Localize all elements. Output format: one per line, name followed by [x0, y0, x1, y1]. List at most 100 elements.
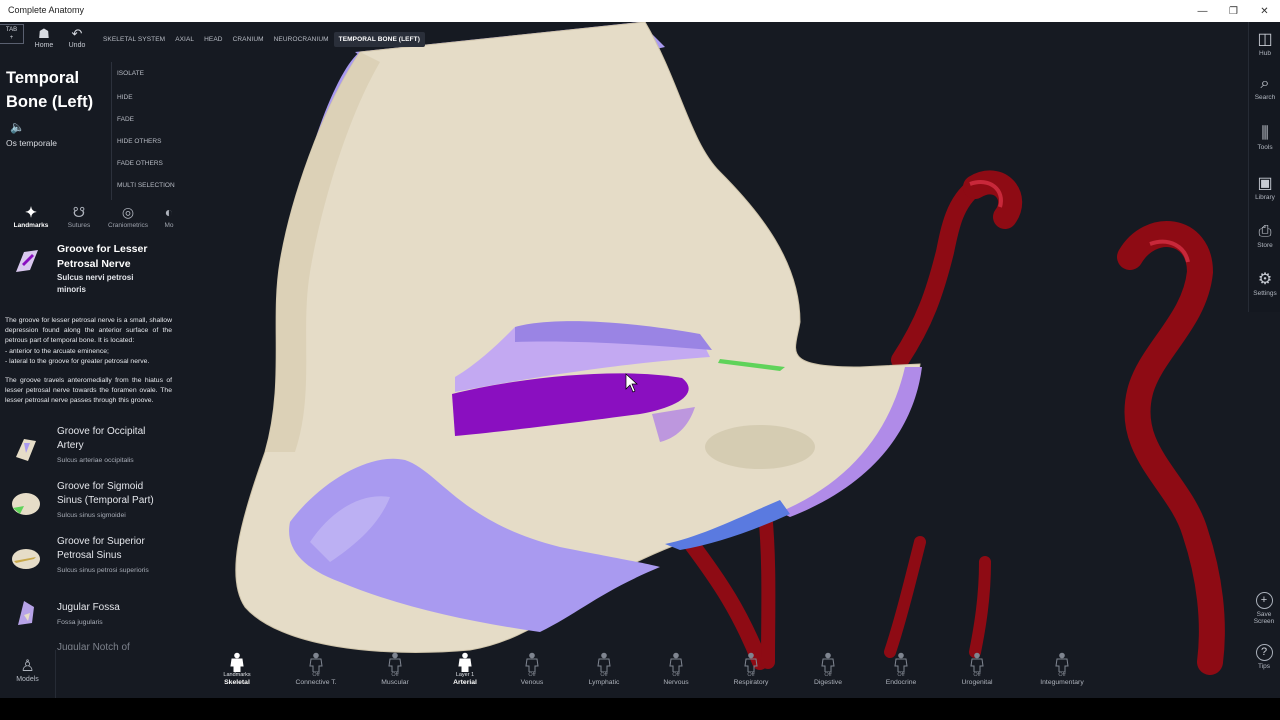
isolate-action[interactable]: ISOLATE [117, 70, 144, 77]
breadcrumb-skeletal-system[interactable]: SKELETAL SYSTEM [98, 32, 170, 47]
breadcrumb-head[interactable]: HEAD [199, 32, 227, 47]
tab-toggle-button[interactable]: TAB + [0, 24, 24, 44]
3d-viewport[interactable] [0, 22, 1280, 698]
description-paragraph-2: The groove travels anteromedially from t… [5, 377, 172, 405]
restore-button[interactable]: ❐ [1218, 0, 1249, 22]
home-button[interactable]: ☗ Home [30, 26, 58, 49]
right-toolbar: ◫ Hub ⌕ Search ⫼ Tools ▣ Library ⎙ Store… [1248, 22, 1280, 312]
breadcrumb-axial[interactable]: AXIAL [170, 32, 199, 47]
more-icon: ◐ [164, 204, 174, 220]
hide-action[interactable]: HIDE [117, 94, 133, 101]
tools-label: Tools [1257, 144, 1273, 151]
body-figure-icon [970, 652, 984, 672]
hub-label: Hub [1259, 50, 1271, 57]
system-layer: Off [973, 672, 981, 678]
tab-more[interactable]: ◐ Mo [160, 204, 178, 229]
body-figure-icon [309, 652, 323, 672]
structure-latin: Os temporale [6, 138, 58, 148]
list-item-name: Groove for Occipital Artery [57, 426, 146, 451]
system-toggle-skeletal[interactable]: Landmarks Skeletal [204, 652, 270, 687]
tab-craniometrics[interactable]: ◎ Craniometrics [102, 204, 154, 229]
system-name: Endocrine [885, 679, 917, 686]
tab-label: TAB [5, 27, 18, 33]
models-button[interactable]: ♙ Models [0, 650, 56, 698]
library-button[interactable]: ▣ Library [1249, 174, 1280, 201]
system-toggle-integumentary[interactable]: Off Integumentary [1029, 652, 1095, 687]
system-name: Venous [520, 679, 544, 686]
list-item[interactable]: Groove for Superior Petrosal Sinus Sulcu… [0, 535, 178, 585]
list-item-thumbnail [12, 493, 40, 515]
system-name: Muscular [381, 679, 409, 686]
settings-icon: ⚙ [1257, 271, 1273, 288]
window-titlebar: Complete Anatomy — ❐ ✕ [0, 0, 1280, 22]
fade-action[interactable]: FADE [117, 116, 134, 123]
measure-icon: ◎ [121, 204, 135, 220]
list-item[interactable]: Jugular Fossa Fossa jugularis [0, 589, 178, 639]
home-figure-icon: ☗ [38, 26, 50, 41]
system-layer: Landmarks [223, 672, 251, 678]
system-toggle-digestive[interactable]: Off Digestive [795, 652, 861, 687]
panel-tabs: ✦ Landmarks ☋ Sutures ◎ Craniometrics ◐ … [0, 200, 178, 240]
speaker-icon[interactable]: 🔈 [10, 120, 25, 134]
library-icon: ▣ [1257, 175, 1273, 192]
anatomy-model[interactable] [0, 22, 1280, 698]
tab-sutures[interactable]: ☋ Sutures [60, 204, 98, 229]
list-item-name: Groove for Sigmoid Sinus (Temporal Part) [57, 481, 154, 506]
tab-plus-icon: + [9, 35, 14, 41]
list-item[interactable]: Groove for Sigmoid Sinus (Temporal Part)… [0, 480, 178, 530]
multi-selection-action[interactable]: MULTI SELECTION [117, 182, 175, 189]
system-toggle-nervous[interactable]: Off Nervous [643, 652, 709, 687]
description-paragraph-1: The groove for lesser petrosal nerve is … [5, 317, 172, 345]
body-figure-icon [458, 652, 472, 672]
body-figure-icon [1055, 652, 1069, 672]
tips-button[interactable]: ? Tips [1248, 644, 1280, 670]
models-label: Models [16, 676, 39, 683]
description-bullet-1: - anterior to the arcuate eminence; [5, 347, 109, 355]
close-button[interactable]: ✕ [1249, 0, 1280, 22]
minimize-button[interactable]: — [1187, 0, 1218, 22]
system-toggle-arterial[interactable]: Layer 1 Arterial [432, 652, 498, 687]
undo-label: Undo [68, 42, 86, 49]
system-toggle-lymphatic[interactable]: Off Lymphatic [571, 652, 637, 687]
settings-button[interactable]: ⚙ Settings [1249, 270, 1280, 297]
list-item-latin: Sulcus arteriae occipitalis [57, 457, 134, 464]
tab-landmarks[interactable]: ✦ Landmarks [8, 204, 54, 229]
store-label: Store [1257, 242, 1273, 249]
search-button[interactable]: ⌕ Search [1249, 74, 1280, 101]
breadcrumb-temporal-bone[interactable]: TEMPORAL BONE (LEFT) [333, 32, 425, 47]
tab-craniometrics-label: Craniometrics [107, 222, 149, 229]
fade-others-action[interactable]: FADE OTHERS [117, 160, 163, 167]
system-layer: Off [528, 672, 536, 678]
list-item-thumbnail [12, 549, 40, 569]
system-name: Skeletal [224, 679, 250, 686]
tools-button[interactable]: ⫼ Tools [1249, 124, 1280, 151]
breadcrumb-cranium[interactable]: CRANIUM [228, 32, 269, 47]
undo-button[interactable]: ↶ Undo [63, 26, 91, 49]
system-toggle-urogenital[interactable]: Off Urogenital [944, 652, 1010, 687]
system-toggle-respiratory[interactable]: Off Respiratory [718, 652, 784, 687]
system-name: Digestive [814, 679, 842, 686]
system-toggle-endocrine[interactable]: Off Endocrine [868, 652, 934, 687]
list-item-name: Groove for Superior Petrosal Sinus [57, 536, 145, 561]
store-button[interactable]: ⎙ Store [1249, 222, 1280, 249]
list-item-partial[interactable]: Jugular Notch of [57, 642, 130, 650]
list-item[interactable]: Groove for Occipital Artery Sulcus arter… [0, 425, 178, 475]
system-name: Respiratory [733, 679, 769, 686]
hub-button[interactable]: ◫ Hub [1249, 30, 1280, 57]
help-icon: ? [1255, 644, 1273, 661]
hub-icon: ◫ [1257, 31, 1273, 48]
breadcrumb-neurocranium[interactable]: NEUROCRANIUM [269, 32, 334, 47]
save-screen-button[interactable]: + Save Screen [1248, 592, 1280, 625]
system-toggle-connective-t[interactable]: Off Connective T. [283, 652, 349, 687]
system-layer: Off [824, 672, 832, 678]
system-toggle-muscular[interactable]: Off Muscular [362, 652, 428, 687]
library-label: Library [1255, 194, 1275, 201]
bone-icon: ✦ [25, 204, 37, 220]
hide-others-action[interactable]: HIDE OTHERS [117, 138, 161, 145]
list-item-thumbnail [16, 439, 36, 461]
home-label: Home [34, 42, 54, 49]
system-layer: Off [312, 672, 320, 678]
system-toggle-venous[interactable]: Off Venous [499, 652, 565, 687]
tools-icon: ⫼ [1261, 125, 1269, 142]
search-icon: ⌕ [1260, 75, 1270, 92]
